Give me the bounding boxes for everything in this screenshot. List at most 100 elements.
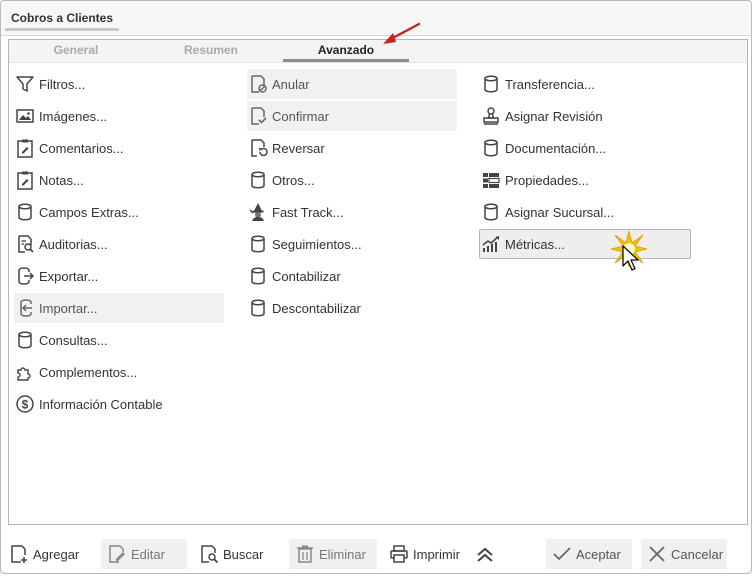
menu-campos-extras[interactable]: Campos Extras... [14, 197, 224, 227]
edit-icon [107, 544, 127, 564]
trash-icon [295, 544, 315, 564]
tab-resumen[interactable]: Resumen [159, 40, 263, 62]
add-document-icon [9, 544, 29, 564]
dialog-window: Cobros a Clientes General Resumen Avanza… [0, 0, 752, 574]
menu-label: Seguimientos... [272, 236, 362, 252]
title-bar: Cobros a Clientes [1, 1, 751, 36]
database-icon [480, 201, 502, 223]
menu-label: Métricas... [505, 236, 565, 252]
agregar-button[interactable]: Agregar [3, 539, 93, 569]
menu-notas[interactable]: Notas... [14, 165, 224, 195]
menu-label: Consultas... [39, 332, 108, 348]
tab-general[interactable]: General [29, 40, 123, 62]
chevron-double-up-icon [475, 544, 495, 564]
filter-icon [14, 73, 36, 95]
menu-asignar-revision[interactable]: Asignar Revisión [480, 101, 690, 131]
menu-descontabilizar[interactable]: Descontabilizar [247, 293, 457, 323]
menu-importar[interactable]: Importar... [14, 293, 224, 323]
menu-label: Propiedades... [505, 172, 589, 188]
menu-auditorias[interactable]: Auditorias... [14, 229, 224, 259]
menu-propiedades[interactable]: Propiedades... [480, 165, 690, 195]
menu-otros[interactable]: Otros... [247, 165, 457, 195]
menu-anular[interactable]: Anular [247, 69, 457, 99]
database-icon [247, 169, 269, 191]
editar-button[interactable]: Editar [101, 539, 187, 569]
database-icon [247, 233, 269, 255]
aceptar-label: Aceptar [576, 546, 621, 562]
menu-label: Anular [272, 76, 310, 92]
menu-label: Campos Extras... [39, 204, 139, 220]
window-title: Cobros a Clientes [5, 5, 119, 31]
bottom-toolbar: Agregar Editar Buscar Eliminar Imprimir … [1, 535, 753, 573]
svg-text:$: $ [22, 398, 29, 412]
menu-label: Transferencia... [505, 76, 595, 92]
eliminar-label: Eliminar [319, 546, 366, 562]
cancelar-button[interactable]: Cancelar [641, 539, 727, 569]
menu-documentacion[interactable]: Documentación... [480, 133, 690, 163]
export-icon [14, 265, 36, 287]
buscar-button[interactable]: Buscar [193, 539, 277, 569]
menu-transferencia[interactable]: Transferencia... [480, 69, 690, 99]
audit-icon [14, 233, 36, 255]
annotation-arrow-icon [383, 22, 421, 44]
tab-strip: General Resumen Avanzado [9, 40, 747, 63]
menu-seguimientos[interactable]: Seguimientos... [247, 229, 457, 259]
checkmark-icon [552, 544, 572, 564]
printer-icon [389, 544, 409, 564]
menu-label: Otros... [272, 172, 315, 188]
properties-icon [480, 169, 502, 191]
database-icon [14, 201, 36, 223]
menu-label: Confirmar [272, 108, 330, 124]
menu-label: Importar... [39, 300, 98, 316]
menu-consultas[interactable]: Consultas... [14, 325, 224, 355]
menu-label: Contabilizar [272, 268, 341, 284]
mouse-pointer-icon [622, 245, 639, 271]
menu-label: Auditorias... [39, 236, 108, 252]
dollar-circle-icon: $ [14, 393, 36, 415]
menu-label: Información Contable [39, 396, 163, 412]
menu-reversar[interactable]: Reversar [247, 133, 457, 163]
menu-filtros[interactable]: Filtros... [14, 69, 224, 99]
menu-label: Notas... [39, 172, 84, 188]
image-icon [14, 105, 36, 127]
menu-contabilizar[interactable]: Contabilizar [247, 261, 457, 291]
menu-informacion-contable[interactable]: $ Información Contable [14, 389, 224, 419]
collapse-button[interactable] [469, 539, 501, 569]
editar-label: Editar [131, 546, 165, 562]
clipboard-edit-icon [14, 137, 36, 159]
imprimir-label: Imprimir [413, 546, 460, 562]
menu-label: Asignar Sucursal... [505, 204, 615, 220]
document-check-icon [247, 105, 269, 127]
document-revert-icon [247, 137, 269, 159]
menu-exportar[interactable]: Exportar... [14, 261, 224, 291]
database-icon [14, 329, 36, 351]
menu-asignar-sucursal[interactable]: Asignar Sucursal... [480, 197, 690, 227]
close-icon [647, 544, 667, 564]
import-icon [14, 297, 36, 319]
eliminar-button[interactable]: Eliminar [289, 539, 377, 569]
menu-fast-track[interactable]: Fast Track... [247, 197, 457, 227]
database-icon [247, 265, 269, 287]
stamp-icon [480, 105, 502, 127]
menu-label: Descontabilizar [272, 300, 361, 316]
menu-label: Reversar [272, 140, 325, 156]
database-icon [247, 297, 269, 319]
menu-label: Exportar... [39, 268, 99, 284]
imprimir-button[interactable]: Imprimir [383, 539, 473, 569]
menu-imagenes[interactable]: Imágenes... [14, 101, 224, 131]
aceptar-button[interactable]: Aceptar [546, 539, 632, 569]
agregar-label: Agregar [33, 546, 80, 562]
menu-label: Documentación... [505, 140, 607, 156]
cancelar-label: Cancelar [671, 546, 724, 562]
database-icon [480, 73, 502, 95]
database-icon [480, 137, 502, 159]
menu-complementos[interactable]: Complementos... [14, 357, 224, 387]
puzzle-icon [14, 361, 36, 383]
clipboard-edit-icon [14, 169, 36, 191]
buscar-label: Buscar [223, 546, 264, 562]
menu-metricas[interactable]: Métricas... [479, 229, 691, 259]
menu-confirmar[interactable]: Confirmar [247, 101, 457, 131]
menu-comentarios[interactable]: Comentarios... [14, 133, 224, 163]
wizard-icon [247, 201, 269, 223]
menu-label: Fast Track... [272, 204, 344, 220]
